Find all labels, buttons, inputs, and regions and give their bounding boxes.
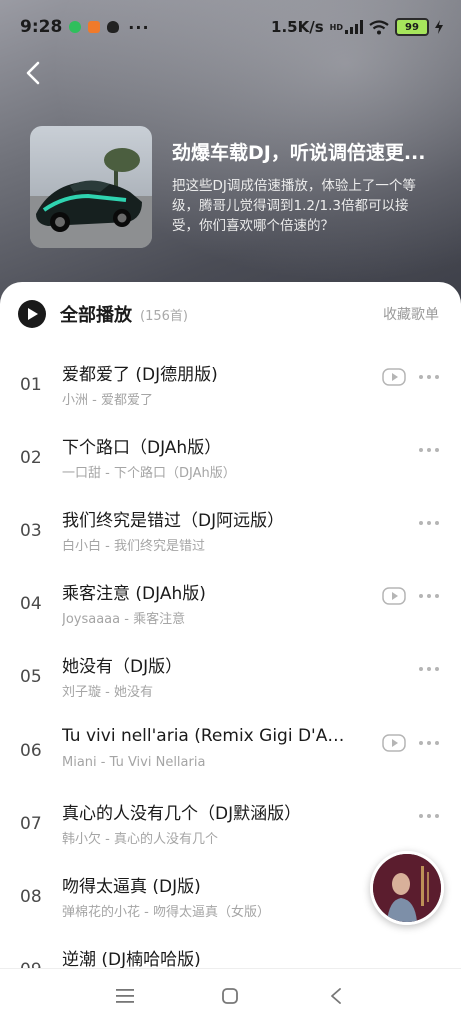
song-artist-album: 弹棉花的小花 - 吻得太逼真（女版） [62,905,270,920]
song-number: 08 [20,887,42,907]
song-artist-album: Joysaaaa - 乘客注意 [62,612,186,627]
song-title: Tu vivi nell'aria (Remix Gigi D'Ag... [62,726,354,746]
song-row-01[interactable]: 01 爱都爱了 (DJ德朋版) 小洲 - 爱都爱了 [0,352,461,425]
song-row-05[interactable]: 05 她没有（DJ版） 刘子璇 - 她没有 [0,644,461,717]
song-title: 吻得太逼真 (DJ版) [62,877,201,897]
song-number: 03 [20,521,42,541]
lightning-icon [435,20,443,34]
battery-icon: 99 [395,18,429,36]
song-title: 我们终究是错过（DJ阿远版） [62,511,285,531]
back-triangle-icon[interactable] [330,988,342,1004]
mv-play-icon[interactable] [382,734,406,752]
now-playing-disc[interactable] [370,851,444,925]
song-artist-album: 刘子璇 - 她没有 [62,685,153,700]
back-button[interactable] [24,60,42,90]
playlist-description[interactable]: 把这些DJ调成倍速播放，体验上了一个等级，腾哥儿觉得调到1.2/1.3倍都可以接… [172,176,434,236]
song-title: 爱都爱了 (DJ德朋版) [62,365,218,385]
song-title: 逆潮 (DJ楠哈哈版) [62,950,201,970]
system-nav-bar [0,968,461,1025]
play-icon [18,300,46,328]
song-title: 下个路口（DJAh版） [62,438,222,458]
collect-playlist-button[interactable]: 收藏歌单 [383,304,439,324]
more-dots-icon: ··· [128,17,150,37]
status-time: 9:28 [20,17,63,37]
song-row-02[interactable]: 02 下个路口（DJAh版） 一口甜 - 下个路口（DJAh版） [0,425,461,498]
home-square-icon[interactable] [222,988,238,1004]
signal-icon [345,20,363,34]
song-number: 07 [20,814,42,834]
song-number: 01 [20,375,42,395]
song-count: (156首) [140,308,188,324]
hd-tag: HD [329,22,343,32]
more-options-icon[interactable] [418,520,440,526]
song-title: 她没有（DJ版） [62,657,183,677]
more-options-icon[interactable] [418,593,440,599]
song-row-04[interactable]: 04 乘客注意 (DJAh版) Joysaaaa - 乘客注意 [0,571,461,644]
song-number: 02 [20,448,42,468]
song-artist-album: Miani - Tu Vivi Nellaria [62,755,206,770]
album-art-image [373,854,441,922]
shield-app-icon [69,21,82,33]
song-title: 真心的人没有几个（DJ默涵版） [62,804,302,824]
more-options-icon[interactable] [418,813,440,819]
penguin-app-icon [107,21,120,33]
chevron-left-icon [26,61,40,85]
song-artist-album: 小洲 - 爱都爱了 [62,393,153,408]
play-all-button[interactable]: 全部播放 (156首) [18,300,188,328]
menu-icon[interactable] [116,989,134,1003]
song-row-06[interactable]: 06 Tu vivi nell'aria (Remix Gigi D'Ag...… [0,718,461,791]
song-row-03[interactable]: 03 我们终究是错过（DJ阿远版） 白小白 - 我们终究是错过 [0,498,461,571]
mv-play-icon[interactable] [382,368,406,386]
playlist-title: 劲爆车载DJ，听说调倍速更... [172,142,426,164]
wifi-icon [369,19,389,34]
more-options-icon[interactable] [418,740,440,746]
song-artist-album: 韩小欠 - 真心的人没有几个 [62,832,218,847]
song-number: 04 [20,594,42,614]
more-options-icon[interactable] [418,447,440,453]
song-artist-album: 白小白 - 我们终究是错过 [62,539,205,554]
mv-play-icon[interactable] [382,587,406,605]
car-cover-image [30,126,152,248]
song-title: 乘客注意 (DJAh版) [62,584,206,604]
network-speed: 1.5K/s [271,18,324,36]
song-number: 06 [20,741,42,761]
mail-app-icon [88,21,101,33]
status-bar: 9:28 ··· 1.5K/s HD 99 [20,14,443,40]
play-all-label: 全部播放 [60,305,132,326]
song-artist-album: 一口甜 - 下个路口（DJAh版） [62,466,236,481]
more-options-icon[interactable] [418,374,440,380]
more-options-icon[interactable] [418,666,440,672]
playlist-cover[interactable] [30,126,152,248]
song-number: 05 [20,667,42,687]
